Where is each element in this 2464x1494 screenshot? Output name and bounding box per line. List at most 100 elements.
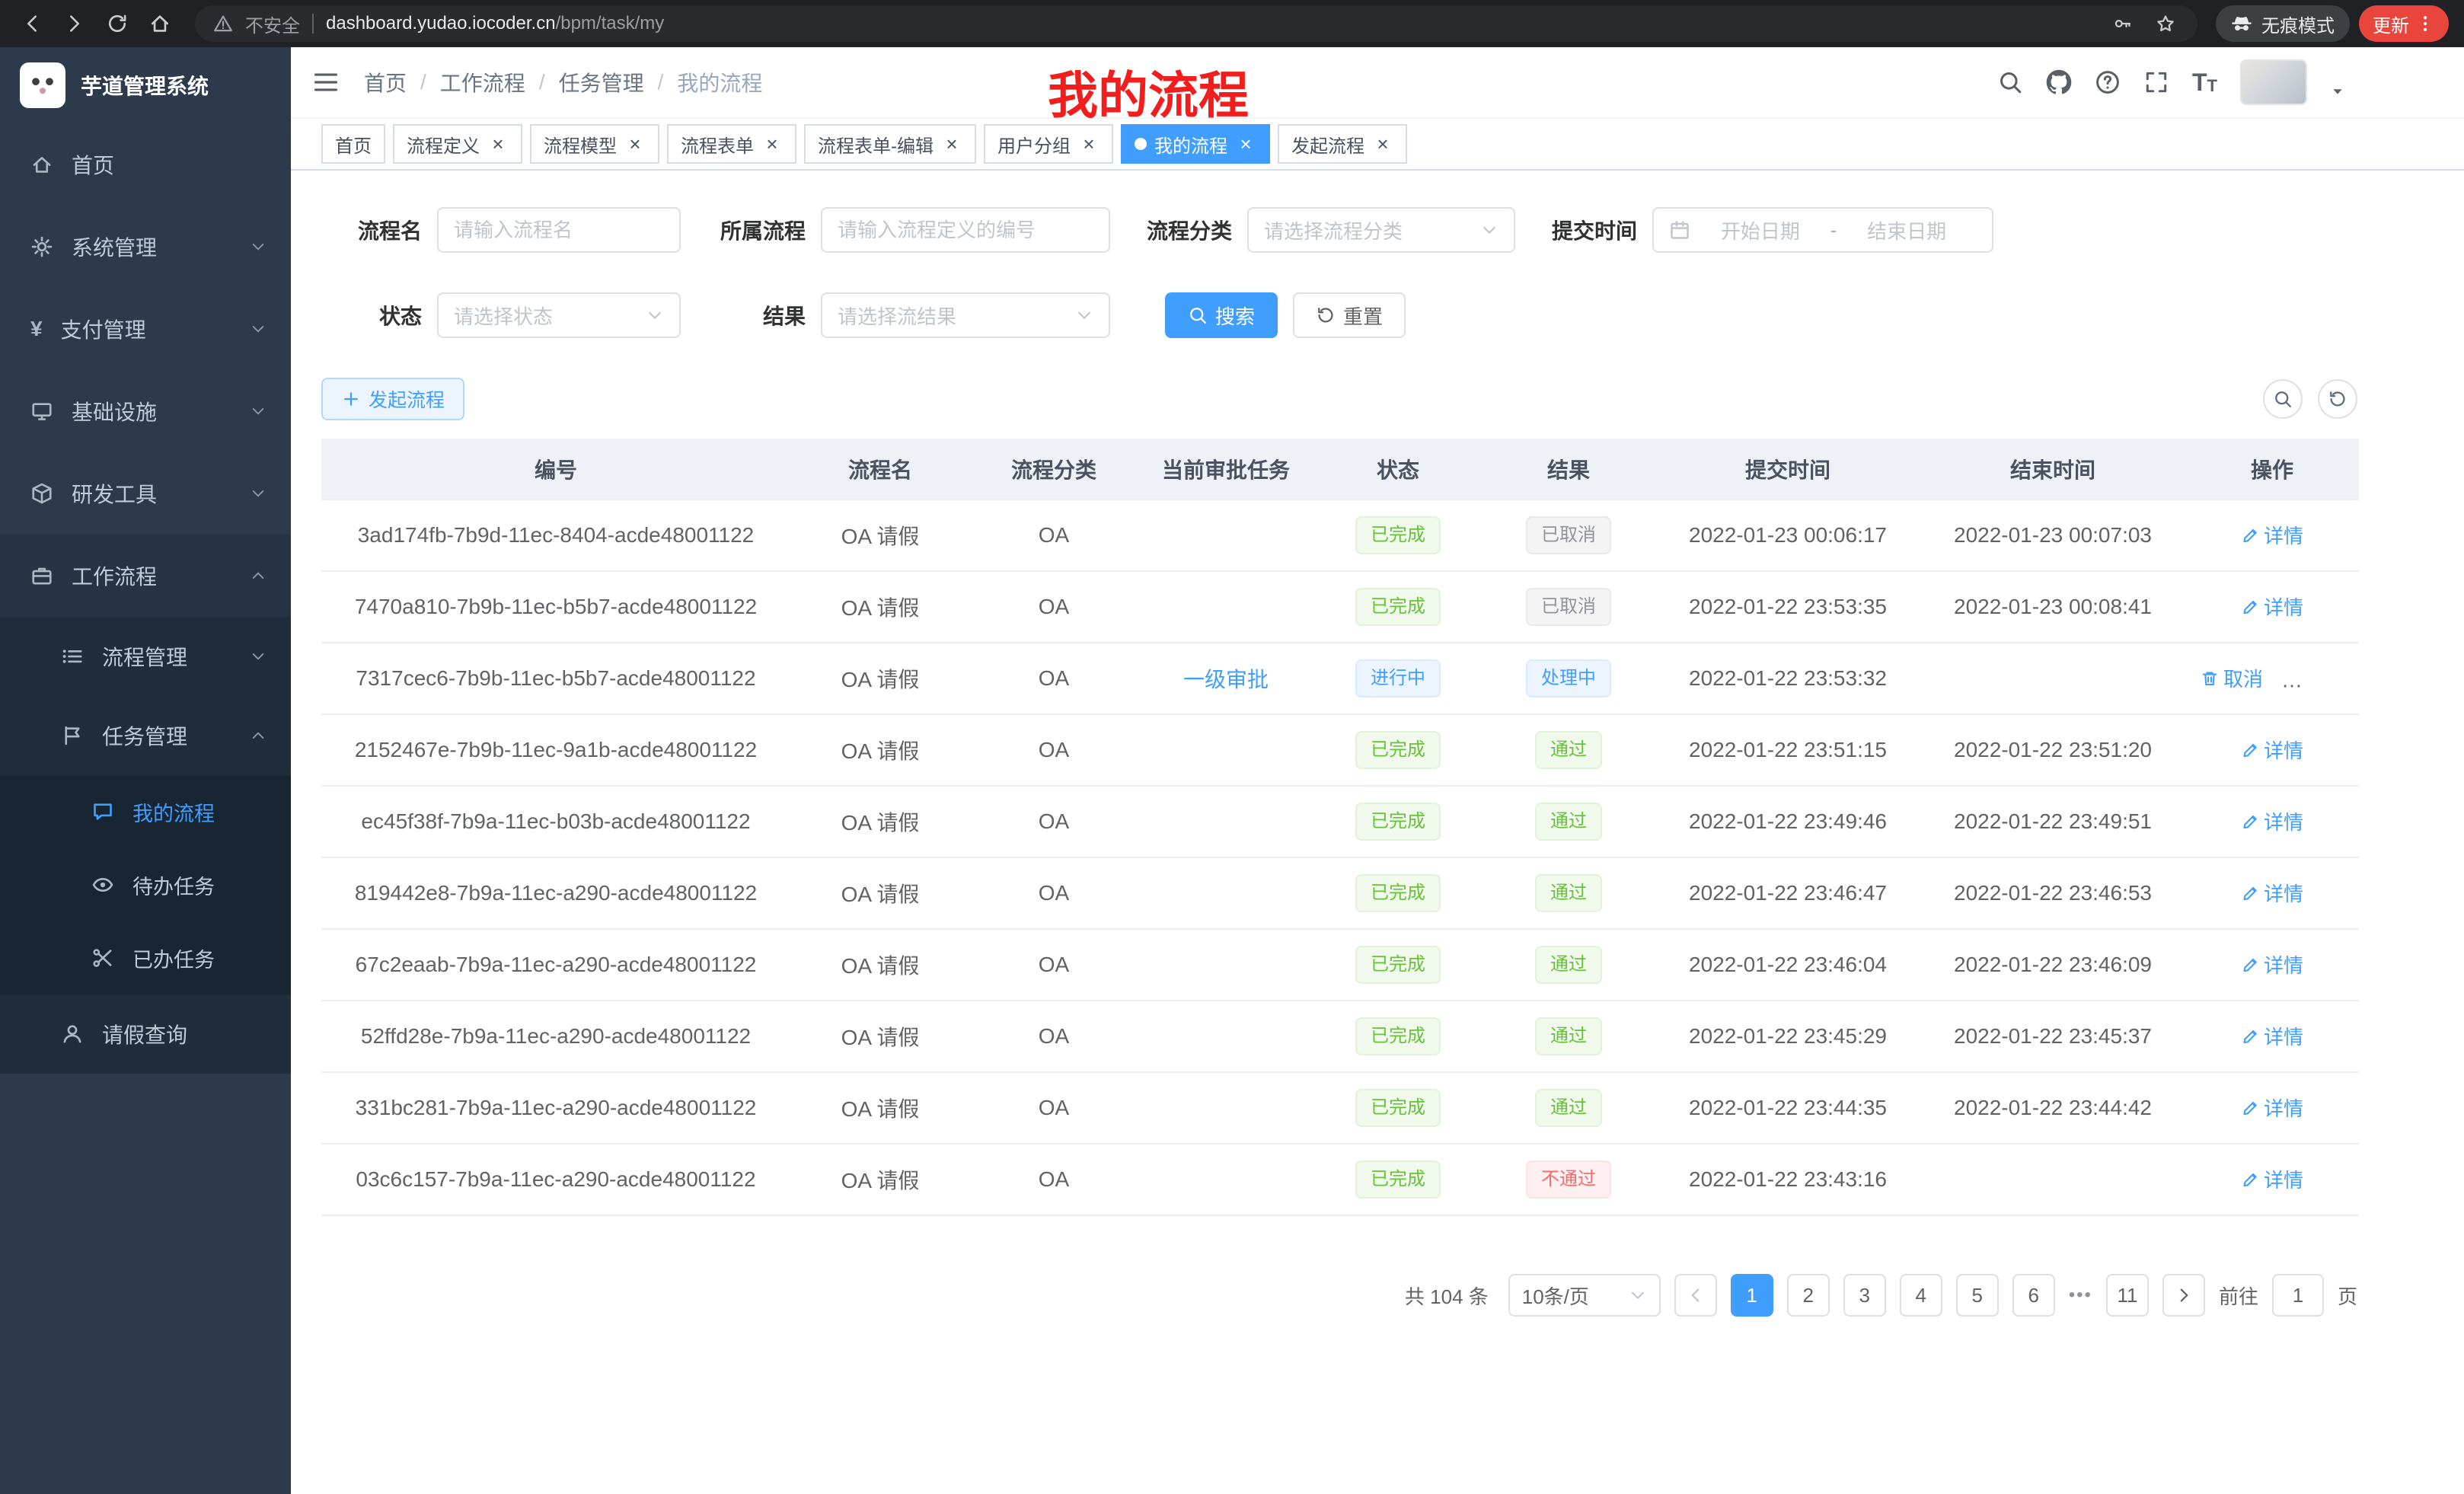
tab-close-icon[interactable]: × bbox=[941, 133, 962, 155]
create-process-button[interactable]: 发起流程 bbox=[321, 378, 464, 420]
sidebar-item-payment[interactable]: ¥ 支付管理 bbox=[0, 288, 291, 370]
sidebar-item-dev-tools[interactable]: 研发工具 bbox=[0, 452, 291, 535]
search-icon[interactable] bbox=[1997, 69, 2023, 95]
detail-action[interactable]: 详情 bbox=[2241, 1165, 2303, 1193]
sidebar-item-home[interactable]: 首页 bbox=[0, 123, 291, 206]
chat-icon bbox=[91, 800, 114, 823]
search-button[interactable]: 搜索 bbox=[1165, 292, 1278, 338]
submit-time-range-picker[interactable]: 开始日期 - 结束日期 bbox=[1652, 207, 1993, 253]
tab-流程定义[interactable]: 流程定义× bbox=[393, 124, 522, 164]
page-button-4[interactable]: 4 bbox=[1900, 1274, 1942, 1317]
sidebar-item-todo-tasks[interactable]: 待办任务 bbox=[0, 848, 291, 921]
bookmark-star-icon[interactable] bbox=[2152, 10, 2179, 37]
page-button-5[interactable]: 5 bbox=[1956, 1274, 1999, 1317]
goto-page-input[interactable] bbox=[2272, 1274, 2324, 1317]
sidebar-item-system[interactable]: 系统管理 bbox=[0, 206, 291, 288]
refresh-table-button[interactable] bbox=[2318, 379, 2357, 419]
tab-close-icon[interactable]: × bbox=[1078, 133, 1100, 155]
process-table: 编号流程名流程分类当前审批任务状态结果提交时间结束时间操作 3ad174fb-7… bbox=[321, 439, 2359, 1216]
browser-reload-button[interactable] bbox=[101, 7, 134, 40]
cell-process-name: OA 请假 bbox=[790, 571, 970, 643]
browser-chrome: 不安全 dashboard.yudao.iocoder.cn/bpm/task/… bbox=[0, 0, 2464, 47]
detail-action[interactable]: 详情 bbox=[2241, 736, 2303, 764]
help-icon[interactable] bbox=[2095, 69, 2121, 95]
result-tag: 通过 bbox=[1535, 803, 1602, 841]
font-size-icon[interactable]: TT bbox=[2192, 70, 2217, 94]
detail-action[interactable]: 详情 bbox=[2241, 950, 2303, 978]
prev-page-button[interactable] bbox=[1674, 1274, 1717, 1317]
column-header: 结束时间 bbox=[1920, 439, 2185, 500]
action-label: 取消 bbox=[2223, 664, 2263, 692]
status-select[interactable]: 请选择状态 bbox=[437, 292, 681, 338]
tab-我的流程[interactable]: 我的流程× bbox=[1121, 124, 1270, 164]
tab-发起流程[interactable]: 发起流程× bbox=[1278, 124, 1407, 164]
browser-back-button[interactable] bbox=[15, 7, 49, 40]
browser-home-button[interactable] bbox=[143, 7, 177, 40]
process-definition-input[interactable] bbox=[821, 207, 1110, 253]
detail-action[interactable]: 详情 bbox=[2241, 807, 2303, 835]
breadcrumb-workflow[interactable]: 工作流程 bbox=[440, 67, 525, 97]
page-button-3[interactable]: 3 bbox=[1843, 1274, 1886, 1317]
detail-action[interactable]: 详情 bbox=[2241, 1022, 2303, 1050]
browser-update-button[interactable]: 更新 bbox=[2359, 5, 2449, 42]
cell-category: OA bbox=[970, 929, 1138, 1001]
github-icon[interactable] bbox=[2046, 69, 2072, 95]
address-bar[interactable]: 不安全 dashboard.yudao.iocoder.cn/bpm/task/… bbox=[195, 5, 2197, 42]
cell-current-task: 一级审批 bbox=[1138, 643, 1314, 714]
status-select-placeholder: 请选择状态 bbox=[454, 302, 553, 330]
page-button-11[interactable]: 11 bbox=[2106, 1274, 2149, 1317]
sidebar-item-leave-query[interactable]: 请假查询 bbox=[0, 994, 291, 1074]
tab-close-icon[interactable]: × bbox=[624, 133, 646, 155]
toggle-search-button[interactable] bbox=[2263, 379, 2303, 419]
current-task-link[interactable]: 一级审批 bbox=[1183, 668, 1269, 691]
avatar[interactable] bbox=[2240, 59, 2307, 105]
sidebar-item-workflow[interactable]: 工作流程 bbox=[0, 535, 291, 617]
category-select[interactable]: 请选择流程分类 bbox=[1247, 207, 1515, 253]
cancel-action[interactable]: 取消 bbox=[2201, 664, 2263, 692]
fullscreen-icon[interactable] bbox=[2143, 69, 2169, 95]
filter-label-process-definition: 所属流程 bbox=[714, 215, 821, 245]
tab-close-icon[interactable]: × bbox=[1235, 133, 1256, 155]
briefcase-icon bbox=[30, 564, 53, 587]
cell-end-time: 2022-01-22 23:45:37 bbox=[1920, 1001, 2185, 1072]
result-tag: 已取消 bbox=[1526, 588, 1611, 626]
page-size-select[interactable]: 10条/页 bbox=[1508, 1274, 1661, 1317]
page-more-button[interactable]: ••• bbox=[2069, 1285, 2092, 1306]
tab-流程表单-编辑[interactable]: 流程表单-编辑× bbox=[804, 124, 976, 164]
password-key-icon[interactable] bbox=[2109, 10, 2137, 37]
tab-流程模型[interactable]: 流程模型× bbox=[530, 124, 659, 164]
sidebar-item-process-management[interactable]: 流程管理 bbox=[0, 617, 291, 696]
page-button-1[interactable]: 1 bbox=[1731, 1274, 1773, 1317]
tab-close-icon[interactable]: × bbox=[1372, 133, 1393, 155]
chevron-down-icon bbox=[646, 306, 664, 324]
tab-close-icon[interactable]: × bbox=[761, 133, 783, 155]
cell-process-id: 2152467e-7b9b-11ec-9a1b-acde48001122 bbox=[321, 714, 790, 786]
browser-menu-icon[interactable] bbox=[2415, 14, 2435, 34]
browser-forward-button[interactable] bbox=[58, 7, 91, 40]
sidebar-item-task-management[interactable]: 任务管理 bbox=[0, 696, 291, 775]
detail-action[interactable]: 详情 bbox=[2241, 521, 2303, 549]
detail-action[interactable]: 详情 bbox=[2241, 1093, 2303, 1122]
next-page-button[interactable] bbox=[2162, 1274, 2205, 1317]
tab-首页[interactable]: 首页 bbox=[321, 124, 385, 164]
page-button-2[interactable]: 2 bbox=[1787, 1274, 1830, 1317]
result-select[interactable]: 请选择流结果 bbox=[821, 292, 1110, 338]
detail-action[interactable]: 详情 bbox=[2241, 879, 2303, 907]
caret-down-icon[interactable] bbox=[2330, 84, 2345, 99]
breadcrumb-home[interactable]: 首页 bbox=[364, 67, 407, 97]
breadcrumb: 首页/ 工作流程/ 任务管理/ 我的流程 bbox=[364, 67, 762, 97]
incognito-badge[interactable]: 无痕模式 bbox=[2216, 5, 2350, 42]
detail-action[interactable]: 详情 bbox=[2241, 592, 2303, 621]
sidebar-item-my-process[interactable]: 我的流程 bbox=[0, 775, 291, 848]
tab-流程表单[interactable]: 流程表单× bbox=[667, 124, 796, 164]
sidebar-logo[interactable]: 芋道管理系统 bbox=[0, 47, 291, 123]
sidebar-toggle-button[interactable] bbox=[312, 69, 340, 96]
sidebar-item-done-tasks[interactable]: 已办任务 bbox=[0, 921, 291, 994]
reset-button[interactable]: 重置 bbox=[1293, 292, 1406, 338]
page-button-6[interactable]: 6 bbox=[2012, 1274, 2055, 1317]
breadcrumb-task-management[interactable]: 任务管理 bbox=[559, 67, 644, 97]
process-name-input[interactable] bbox=[437, 207, 681, 253]
sidebar-item-infrastructure[interactable]: 基础设施 bbox=[0, 370, 291, 452]
tab-close-icon[interactable]: × bbox=[487, 133, 509, 155]
tab-用户分组[interactable]: 用户分组× bbox=[984, 124, 1113, 164]
